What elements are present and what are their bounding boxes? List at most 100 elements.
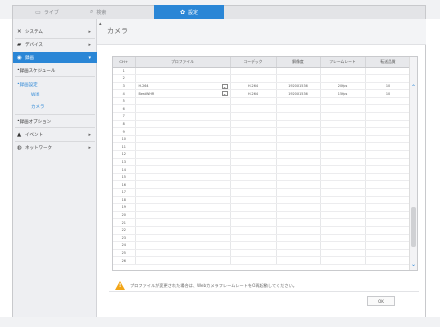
- cell-resolution: [276, 120, 321, 129]
- cell-framerate: [320, 165, 366, 174]
- cell-framerate: 15fps: [320, 89, 366, 98]
- cell-resolution: [276, 127, 321, 136]
- cell-quality: [365, 196, 412, 205]
- ok-button[interactable]: OK: [367, 296, 395, 306]
- gear-icon: ✿: [179, 8, 185, 16]
- cell-profile: [135, 226, 231, 235]
- cell-resolution: [276, 256, 321, 265]
- cell-codec: [230, 256, 277, 265]
- cell-framerate: [320, 218, 366, 227]
- cell-resolution: [276, 234, 321, 243]
- column-header-codec: コーデック: [230, 57, 277, 68]
- cell-profile: [135, 173, 231, 182]
- cell-codec: [230, 234, 277, 243]
- cell-quality: [365, 112, 412, 121]
- cell-profile: [135, 211, 231, 220]
- cell-resolution: [276, 226, 321, 235]
- cell-ch: 15: [113, 173, 136, 182]
- table-row: 5: [113, 97, 412, 106]
- tab-settings[interactable]: ✿ 設定: [154, 5, 224, 19]
- table-row: 20: [113, 211, 412, 220]
- cell-ch: 21: [113, 218, 136, 227]
- chevron-down-icon: ▾: [88, 54, 91, 61]
- cell-profile[interactable]: BestWHR ⌄: [135, 89, 231, 98]
- column-header-ch[interactable]: CH+: [113, 57, 136, 68]
- cell-framerate: [320, 188, 366, 197]
- cell-ch: 24: [113, 241, 136, 250]
- table-row: 10: [113, 135, 412, 144]
- sidebar-item-label: 録画オプション: [19, 119, 52, 125]
- cell-profile: [135, 249, 231, 258]
- cell-quality: [365, 256, 412, 265]
- sidebar-item-record[interactable]: ◉ 録画 ▾: [13, 52, 97, 63]
- cell-profile[interactable]: H.264 ⌄: [135, 82, 231, 91]
- cell-framerate: [320, 97, 366, 106]
- cell-profile: [135, 104, 231, 114]
- cell-resolution: [276, 180, 321, 189]
- tab-search[interactable]: ⌕ 検索: [82, 5, 154, 19]
- cell-framerate: [320, 180, 366, 189]
- cell-quality: [365, 234, 412, 243]
- cell-codec: [230, 135, 277, 144]
- cell-ch: 9: [113, 127, 136, 136]
- cell-profile: [135, 203, 231, 212]
- cell-resolution: [276, 67, 321, 76]
- scroll-thumb[interactable]: [411, 207, 416, 247]
- cell-profile: [135, 196, 231, 205]
- cell-framerate: [320, 196, 366, 205]
- record-icon: ◉: [17, 54, 22, 61]
- cell-codec: [230, 74, 277, 83]
- dropdown-arrow-icon[interactable]: ⌄: [221, 91, 228, 97]
- cell-framerate: [320, 203, 366, 212]
- cell-quality: [365, 135, 412, 144]
- table-row: 6: [113, 104, 412, 114]
- chevron-right-icon: ▸: [88, 28, 91, 35]
- cell-resolution: [276, 142, 321, 152]
- sidebar-item-wifi[interactable]: Wifi: [13, 90, 97, 101]
- cell-resolution: [276, 150, 321, 159]
- cell-ch: 18: [113, 196, 136, 205]
- cell-quality: [365, 203, 412, 212]
- sidebar-item-record-options[interactable]: • 録画オプション: [13, 116, 97, 127]
- cell-framerate: [320, 226, 366, 235]
- cell-quality: [365, 120, 412, 129]
- sidebar-item-camera[interactable]: カメラ: [13, 101, 97, 112]
- cell-profile: [135, 120, 231, 129]
- cell-codec: H.264: [230, 82, 277, 91]
- network-icon: ◍: [17, 144, 22, 151]
- cell-resolution: [276, 74, 321, 83]
- table-row: 18: [113, 196, 412, 205]
- cell-quality: [365, 74, 412, 83]
- scroll-down-icon[interactable]: ⌄: [411, 261, 416, 268]
- warning-icon: !: [115, 281, 125, 290]
- cell-codec: [230, 165, 277, 174]
- table-row: 11: [113, 142, 412, 152]
- dropdown-arrow-icon[interactable]: ⌄: [221, 83, 228, 89]
- sidebar-item-record-schedule[interactable]: • 録画スケジュール: [13, 65, 97, 76]
- cell-quality: [365, 188, 412, 197]
- cell-ch: 6: [113, 104, 136, 114]
- page-title: カメラ: [107, 27, 128, 35]
- table-row: 21: [113, 218, 412, 227]
- cell-codec: [230, 188, 277, 197]
- sidebar-item-device[interactable]: ▰ デバイス ▸: [13, 39, 97, 50]
- tab-live[interactable]: ▭ ライブ: [12, 5, 82, 19]
- column-header-resolution: 解像度: [276, 57, 321, 68]
- sidebar-item-event[interactable]: ▲ イベント ▸: [13, 129, 97, 140]
- scroll-up-icon[interactable]: ⌃: [411, 84, 416, 91]
- cell-codec: [230, 218, 277, 227]
- collapse-sidebar-icon[interactable]: ▴: [99, 21, 102, 27]
- table-scrollbar[interactable]: ⌃ ⌄: [409, 57, 417, 270]
- cell-codec: [230, 112, 277, 121]
- table-body: 1 2 3 H.264 ⌄ H.264 1920X1536 20fps 10 4 BestWHR ⌄ H…: [113, 67, 412, 265]
- cell-resolution: [276, 249, 321, 258]
- warning-message: ! プロファイルが変更された場合は、WebカメラフレームレートをO再起動してくだ…: [115, 281, 297, 290]
- cell-profile: [135, 142, 231, 152]
- cell-framerate: [320, 112, 366, 121]
- cell-codec: [230, 104, 277, 114]
- cell-resolution: [276, 173, 321, 182]
- sidebar-item-network[interactable]: ◍ ネットワーク ▸: [13, 142, 97, 153]
- sidebar-item-system[interactable]: ✕ システム ▸: [13, 26, 97, 37]
- monitor-icon: ▭: [35, 8, 41, 16]
- sidebar-item-record-settings[interactable]: • 録画設定: [13, 79, 97, 90]
